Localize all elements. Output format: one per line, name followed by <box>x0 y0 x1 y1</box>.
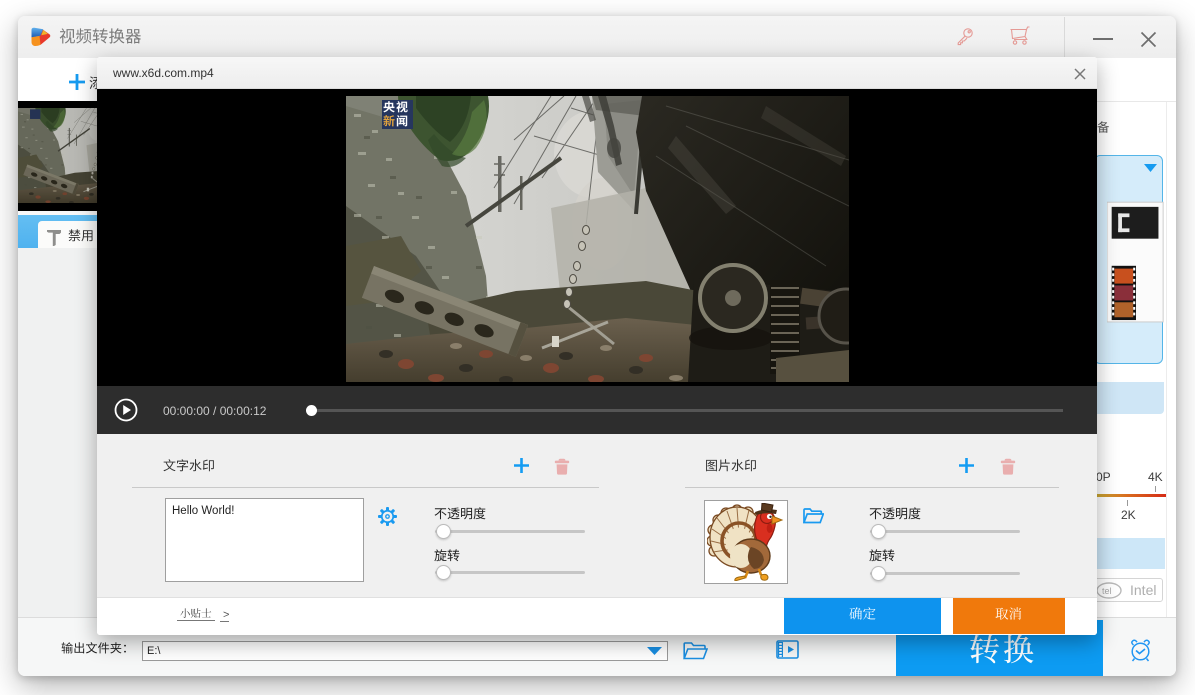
svg-text:tel: tel <box>1102 586 1112 596</box>
